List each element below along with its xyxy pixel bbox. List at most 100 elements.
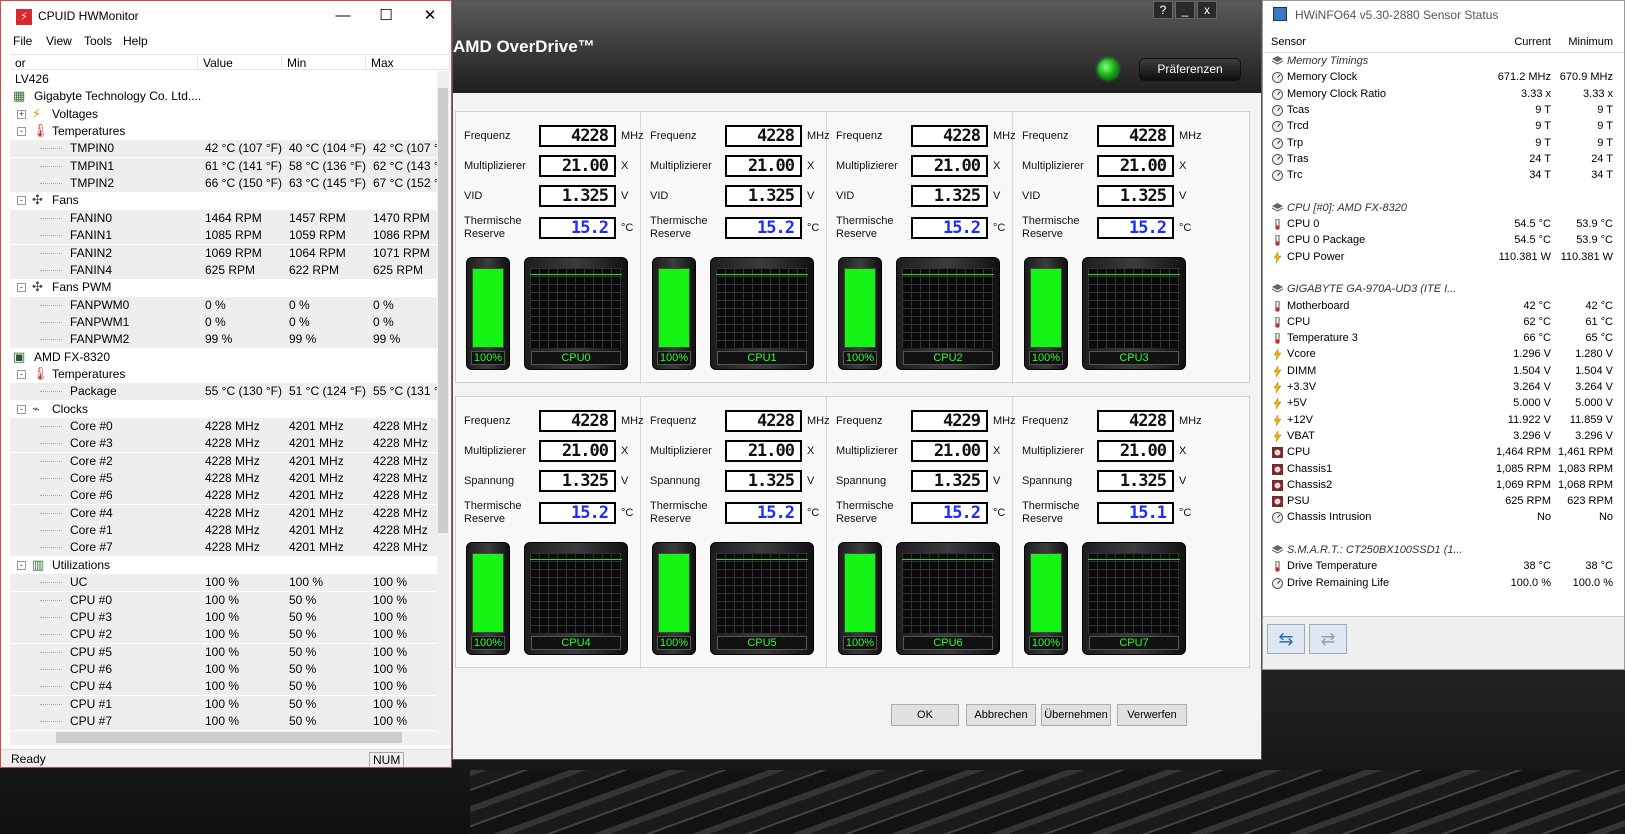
sensor-row[interactable]: CPU #7 100 % 50 % 100 % xyxy=(10,712,437,730)
tree-node[interactable]: - 🌡 Temperatures xyxy=(10,366,437,383)
col-value[interactable]: Value xyxy=(198,56,282,70)
sensor-row[interactable]: Temperature 3 66 °C 65 °C xyxy=(1263,330,1624,347)
minimize-icon[interactable]: — xyxy=(329,5,357,27)
close-icon[interactable]: ✕ xyxy=(416,5,444,27)
tree-node[interactable]: - ✣ Fans PWM xyxy=(10,279,437,296)
sensor-row[interactable]: Tcas 9 T 9 T xyxy=(1263,102,1624,119)
tree-node[interactable]: LV426 xyxy=(10,71,437,88)
sensor-row[interactable]: Core #5 4228 MHz 4201 MHz 4228 MHz xyxy=(10,470,437,488)
sensor-row[interactable]: CPU Power 110.381 W 110.381 W xyxy=(1263,249,1624,266)
tree-node[interactable]: + ⚡ Voltages xyxy=(10,106,437,123)
sensor-row[interactable]: Trcd 9 T 9 T xyxy=(1263,118,1624,135)
tree-node[interactable]: - 🌡 Temperatures xyxy=(10,123,437,140)
expand-toggle-icon[interactable]: - xyxy=(17,369,26,379)
expand-toggle-icon[interactable]: - xyxy=(17,196,26,206)
sensor-row[interactable]: CPU #1 100 % 50 % 100 % xyxy=(10,695,437,713)
sensor-row[interactable]: Trp 9 T 9 T xyxy=(1263,135,1624,152)
col-min[interactable]: Min xyxy=(282,56,366,70)
sensor-row[interactable]: Core #7 4228 MHz 4201 MHz 4228 MHz xyxy=(10,539,437,557)
apply-button[interactable]: Übernehmen xyxy=(1041,704,1111,726)
sensor-row[interactable]: FANIN1 1085 RPM 1059 RPM 1086 RPM xyxy=(10,227,437,245)
preferences-button[interactable]: Präferenzen xyxy=(1139,58,1241,81)
sensor-row[interactable]: Tras 24 T 24 T xyxy=(1263,151,1624,168)
hscroll-thumb[interactable] xyxy=(56,732,402,743)
sensor-row[interactable]: +12V 11.922 V 11.859 V xyxy=(1263,412,1624,429)
sensor-group-header[interactable]: CPU [#0]: AMD FX-8320 xyxy=(1263,200,1624,217)
menu-file[interactable]: File xyxy=(13,34,32,48)
sensor-group-header[interactable]: GIGABYTE GA-970A-UD3 (ITE I... xyxy=(1263,281,1624,298)
sensor-row[interactable]: CPU #3 100 % 50 % 100 % xyxy=(10,608,437,626)
sensor-group-header[interactable]: Memory Timings xyxy=(1263,53,1624,70)
sensor-row[interactable]: CPU #5 100 % 50 % 100 % xyxy=(10,643,437,661)
sensor-row[interactable]: CPU #4 100 % 50 % 100 % xyxy=(10,678,437,696)
sensor-row[interactable]: FANIN4 625 RPM 622 RPM 625 RPM xyxy=(10,261,437,279)
sensor-row[interactable]: FANPWM0 0 % 0 % 0 % xyxy=(10,296,437,314)
sensor-row[interactable]: Core #3 4228 MHz 4201 MHz 4228 MHz xyxy=(10,435,437,453)
sensor-row[interactable]: UC 100 % 100 % 100 % xyxy=(10,574,437,592)
sensor-row[interactable]: CPU 0 54.5 °C 53.9 °C xyxy=(1263,216,1624,233)
sensor-row[interactable]: FANIN2 1069 RPM 1064 RPM 1071 RPM xyxy=(10,244,437,262)
sensor-row[interactable]: TMPIN1 61 °C (141 °F) 58 °C (136 °F) 62 °C … xyxy=(10,157,437,175)
menu-tools[interactable]: Tools xyxy=(84,34,112,48)
col-minimum[interactable]: Minimum xyxy=(1553,36,1613,48)
col-sensor[interactable]: or xyxy=(10,56,198,70)
sensor-row[interactable]: +5V 5.000 V 5.000 V xyxy=(1263,395,1624,412)
sensor-row[interactable]: Vcore 1.296 V 1.280 V xyxy=(1263,346,1624,363)
sensor-row[interactable]: Memory Clock 671.2 MHz 670.9 MHz xyxy=(1263,69,1624,86)
sensor-row[interactable]: CPU #0 100 % 50 % 100 % xyxy=(10,591,437,609)
horizontal-scrollbar[interactable] xyxy=(10,731,450,745)
sensor-row[interactable]: +3.3V 3.264 V 3.264 V xyxy=(1263,379,1624,396)
sensor-row[interactable]: TMPIN2 66 °C (150 °F) 63 °C (145 °F) 67 °C … xyxy=(10,175,437,193)
tree-node[interactable]: ▦ Gigabyte Technology Co. Ltd.... xyxy=(10,88,437,105)
sensor-row[interactable]: Chassis Intrusion No No xyxy=(1263,509,1624,526)
sensor-row[interactable]: VBAT 3.296 V 3.296 V xyxy=(1263,428,1624,445)
sensor-row[interactable]: TMPIN0 42 °C (107 °F) 40 °C (104 °F) 42 °C … xyxy=(10,140,437,158)
sensor-row[interactable]: FANPWM2 99 % 99 % 99 % xyxy=(10,331,437,349)
close-button[interactable]: x xyxy=(1197,1,1217,19)
col-current[interactable]: Current xyxy=(1473,36,1551,48)
menu-view[interactable]: View xyxy=(46,34,72,48)
expand-toggle-icon[interactable]: - xyxy=(17,283,26,293)
sensor-group-header[interactable]: S.M.A.R.T.: CT250BX100SSD1 (1... xyxy=(1263,542,1624,559)
sensor-row[interactable]: Core #6 4228 MHz 4201 MHz 4228 MHz xyxy=(10,487,437,505)
sensor-row[interactable]: Core #2 4228 MHz 4201 MHz 4228 MHz xyxy=(10,452,437,470)
sensor-row[interactable]: PSU 625 RPM 623 RPM xyxy=(1263,493,1624,510)
expand-toggle-icon[interactable]: - xyxy=(17,127,26,137)
sensor-row[interactable]: Chassis1 1,085 RPM 1,083 RPM xyxy=(1263,461,1624,478)
sensor-row[interactable]: Package 55 °C (130 °F) 51 °C (124 °F) 55 °C… xyxy=(10,383,437,401)
sensor-row[interactable]: CPU 0 Package 54.5 °C 53.9 °C xyxy=(1263,232,1624,249)
sensor-row[interactable]: Chassis2 1,069 RPM 1,068 RPM xyxy=(1263,477,1624,494)
sensor-row[interactable]: Core #1 4228 MHz 4201 MHz 4228 MHz xyxy=(10,522,437,540)
sensor-row[interactable]: FANPWM1 0 % 0 % 0 % xyxy=(10,313,437,331)
maximize-icon[interactable]: ☐ xyxy=(372,5,400,27)
sensor-row[interactable]: Drive Temperature 38 °C 38 °C xyxy=(1263,558,1624,575)
expand-toggle-icon[interactable]: - xyxy=(17,404,26,414)
menu-help[interactable]: Help xyxy=(123,34,148,48)
collapse-arrows-icon[interactable]: ⇄ xyxy=(1309,624,1347,654)
discard-button[interactable]: Verwerfen xyxy=(1117,704,1187,726)
help-button[interactable]: ? xyxy=(1153,1,1173,19)
sensor-row[interactable]: Core #0 4228 MHz 4201 MHz 4228 MHz xyxy=(10,418,437,435)
sensor-row[interactable]: CPU 1,464 RPM 1,461 RPM xyxy=(1263,444,1624,461)
sensor-row[interactable]: CPU #2 100 % 50 % 100 % xyxy=(10,626,437,644)
expand-arrows-icon[interactable]: ⇆ xyxy=(1267,624,1305,654)
sensor-row[interactable]: Drive Remaining Life 100.0 % 100.0 % xyxy=(1263,575,1624,592)
sensor-row[interactable]: Memory Clock Ratio 3.33 x 3.33 x xyxy=(1263,86,1624,103)
sensor-row[interactable]: Trc 34 T 34 T xyxy=(1263,167,1624,184)
ok-button[interactable]: OK xyxy=(891,704,959,726)
sensor-row[interactable]: Motherboard 42 °C 42 °C xyxy=(1263,298,1624,315)
col-max[interactable]: Max xyxy=(366,56,450,70)
tree-node[interactable]: - ✣ Fans xyxy=(10,192,437,209)
col-sensor[interactable]: Sensor xyxy=(1271,36,1306,48)
vertical-scrollbar[interactable] xyxy=(437,71,449,731)
scroll-thumb[interactable] xyxy=(438,88,448,533)
sensor-row[interactable]: CPU #6 100 % 50 % 100 % xyxy=(10,660,437,678)
expand-toggle-icon[interactable]: + xyxy=(17,109,26,119)
expand-toggle-icon[interactable]: - xyxy=(17,560,26,570)
cancel-button[interactable]: Abbrechen xyxy=(966,704,1036,726)
tree-node[interactable]: - ▥ Utilizations xyxy=(10,557,437,574)
sensor-tree[interactable]: LV426 ▦ Gigabyte Technology Co. Ltd.... + ⚡ V… xyxy=(10,71,437,731)
sensor-row[interactable]: FANIN0 1464 RPM 1457 RPM 1470 RPM xyxy=(10,209,437,227)
tree-node[interactable]: ▣ AMD FX-8320 xyxy=(10,349,437,366)
tree-node[interactable]: - ⌁ Clocks xyxy=(10,401,437,418)
